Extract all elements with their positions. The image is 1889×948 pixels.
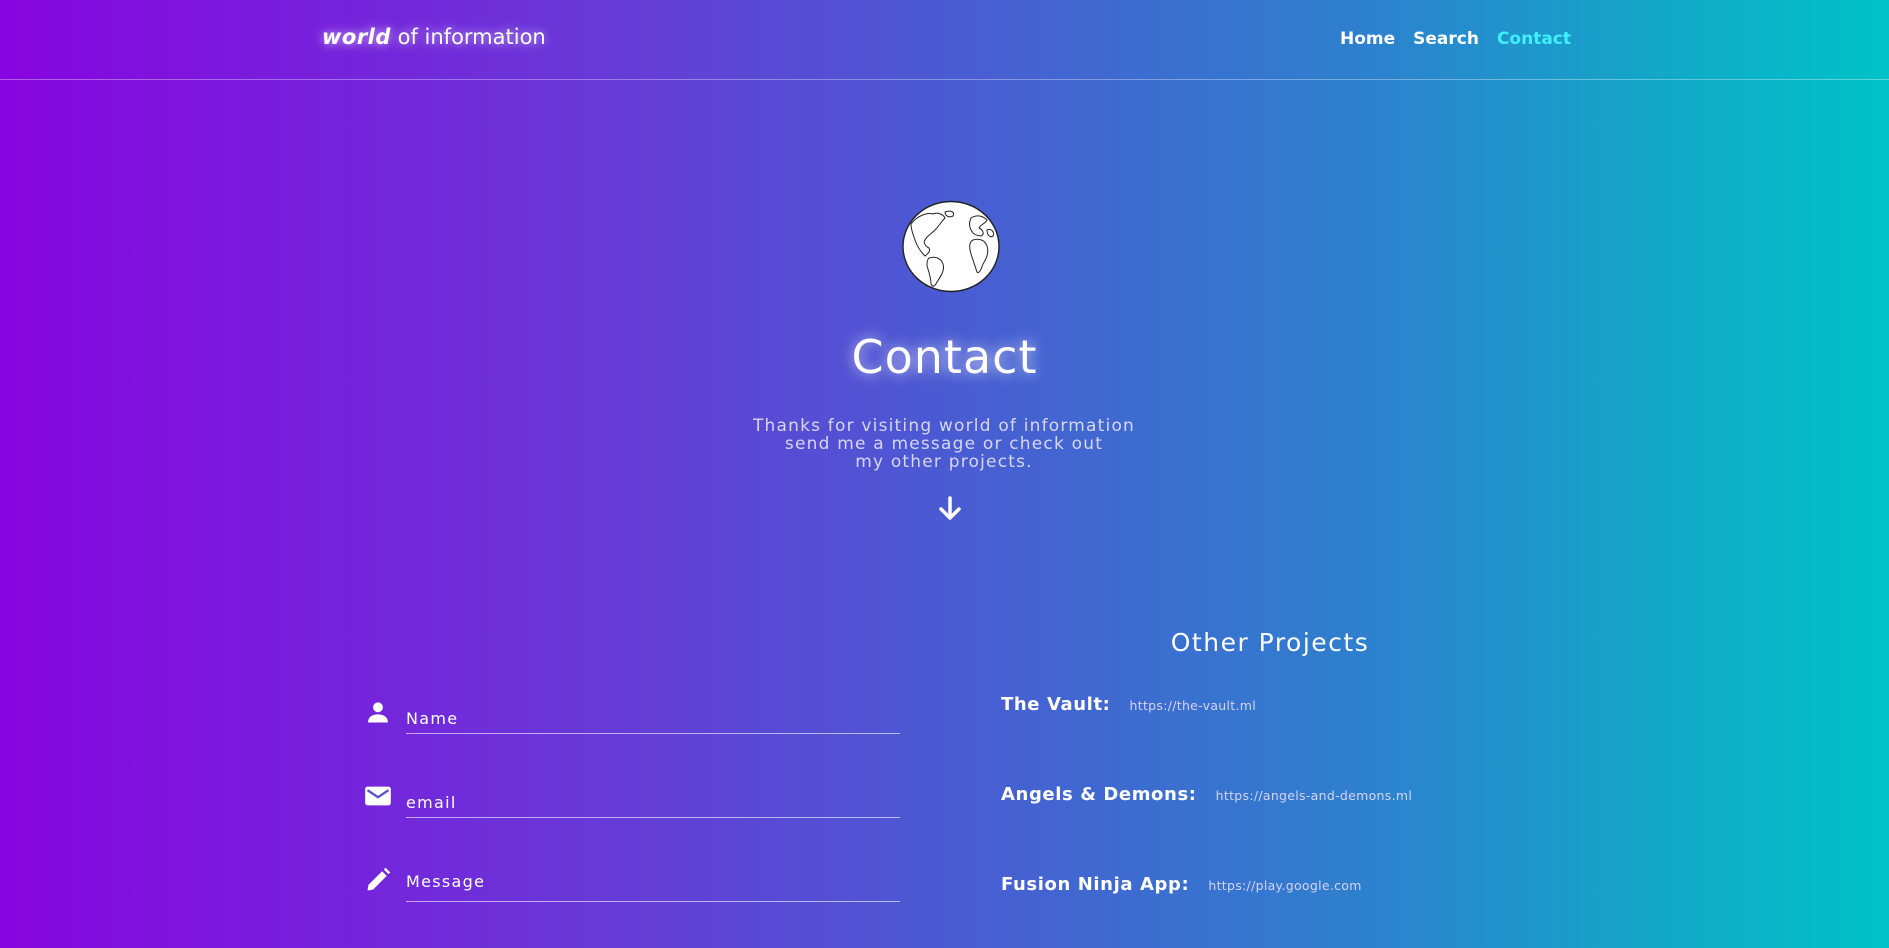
project-name: The Vault: xyxy=(1001,694,1111,715)
name-input[interactable] xyxy=(406,696,900,734)
message-input[interactable] xyxy=(406,864,900,902)
hero-description: Thanks for visiting world of information… xyxy=(744,417,1144,471)
name-field-row xyxy=(364,696,904,736)
top-navbar: world of information Home Search Contact xyxy=(0,0,1889,80)
brand-logo[interactable]: world of information xyxy=(322,25,546,49)
nav-search-link[interactable]: Search xyxy=(1413,29,1479,49)
nav-contact-link[interactable]: Contact xyxy=(1497,29,1571,49)
hero-line: my other projects. xyxy=(855,452,1033,472)
project-item: Angels & Demons: https://angels-and-demo… xyxy=(1001,784,1412,805)
other-projects-title: Other Projects xyxy=(1170,628,1370,657)
project-item: Fusion Ninja App: https://play.google.co… xyxy=(1001,874,1362,895)
project-name: Fusion Ninja App: xyxy=(1001,874,1190,895)
brand-light: of information xyxy=(397,25,546,49)
nav-home-link[interactable]: Home xyxy=(1340,29,1395,49)
globe-icon xyxy=(902,200,1000,293)
main-nav: Home Search Contact xyxy=(1340,29,1571,49)
project-link[interactable]: https://the-vault.ml xyxy=(1130,698,1256,713)
project-item: The Vault: https://the-vault.ml xyxy=(1001,694,1256,715)
project-link[interactable]: https://play.google.com xyxy=(1208,878,1361,893)
hero-line: send me a message or check out xyxy=(784,434,1104,454)
person-icon xyxy=(368,702,388,723)
project-link[interactable]: https://angels-and-demons.ml xyxy=(1216,788,1412,803)
project-name: Angels & Demons: xyxy=(1001,784,1197,805)
hero-line: Thanks for visiting world of information xyxy=(752,416,1136,436)
arrow-down-icon[interactable] xyxy=(937,496,963,522)
pencil-icon xyxy=(367,867,391,891)
email-input[interactable] xyxy=(406,780,900,818)
message-field-row xyxy=(364,864,904,904)
page-title: Contact xyxy=(851,330,1038,384)
email-field-row xyxy=(364,780,904,820)
mail-icon xyxy=(365,786,391,806)
brand-bold: world xyxy=(322,25,391,49)
